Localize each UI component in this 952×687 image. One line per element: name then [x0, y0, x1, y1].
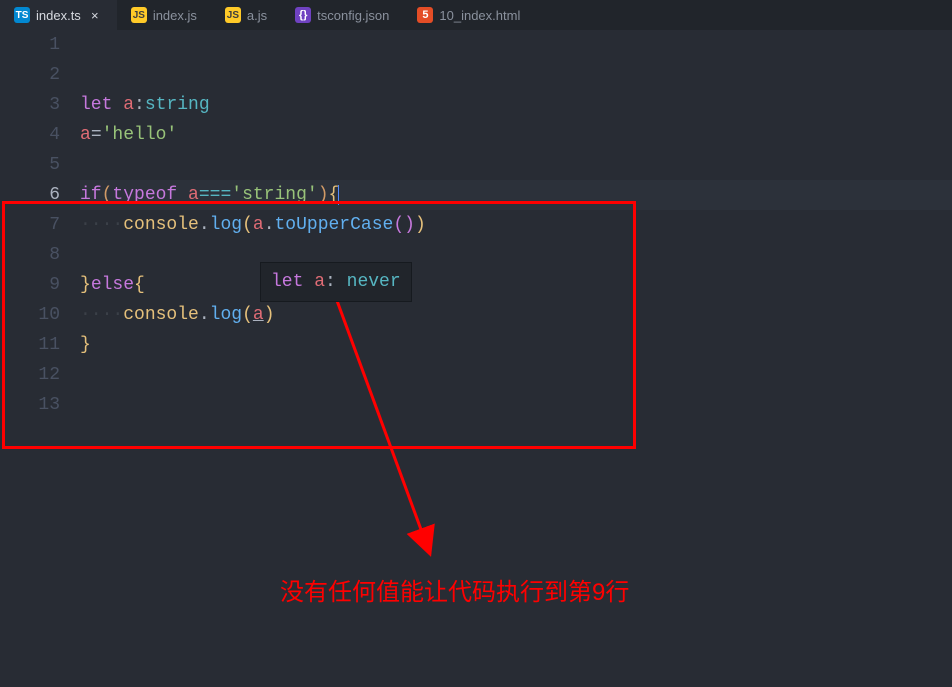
- code-line: ····console.log(a): [80, 300, 952, 330]
- code-line: }: [80, 330, 952, 360]
- editor[interactable]: 1 2 3 4 5 6 7 8 9 10 11 12 13 let a:stri…: [0, 30, 952, 687]
- tab-index-ts[interactable]: TS index.ts ×: [0, 0, 117, 30]
- hover-tooltip: let a: never: [260, 262, 412, 302]
- app-root: TS index.ts × JS index.js JS a.js {} tsc…: [0, 0, 952, 687]
- tab-label: index.js: [153, 8, 197, 23]
- code-line: [80, 390, 952, 420]
- close-icon[interactable]: ×: [87, 8, 103, 23]
- javascript-icon: JS: [131, 7, 147, 23]
- line-number: 4: [0, 120, 60, 150]
- tab-label: a.js: [247, 8, 267, 23]
- tab-index-js[interactable]: JS index.js: [117, 0, 211, 30]
- line-number: 9: [0, 270, 60, 300]
- code-line: a='hello': [80, 120, 952, 150]
- line-number: 6: [0, 180, 60, 210]
- code-line: }else{: [80, 270, 952, 300]
- code-area[interactable]: let a:string a='hello' if(typeof a==='st…: [80, 30, 952, 687]
- code-line: let a:string: [80, 90, 952, 120]
- html-icon: 5: [417, 7, 433, 23]
- code-line: [80, 30, 952, 60]
- line-number: 2: [0, 60, 60, 90]
- line-number: 5: [0, 150, 60, 180]
- tab-label: 10_index.html: [439, 8, 520, 23]
- code-line: [80, 150, 952, 180]
- tab-bar: TS index.ts × JS index.js JS a.js {} tsc…: [0, 0, 952, 30]
- typescript-icon: TS: [14, 7, 30, 23]
- line-number: 3: [0, 90, 60, 120]
- line-number-gutter: 1 2 3 4 5 6 7 8 9 10 11 12 13: [0, 30, 80, 687]
- line-number: 11: [0, 330, 60, 360]
- tab-label: index.ts: [36, 8, 81, 23]
- tab-10-index-html[interactable]: 5 10_index.html: [403, 0, 534, 30]
- code-line: [80, 360, 952, 390]
- line-number: 7: [0, 210, 60, 240]
- tab-tsconfig-json[interactable]: {} tsconfig.json: [281, 0, 403, 30]
- line-number: 10: [0, 300, 60, 330]
- code-line: [80, 240, 952, 270]
- tab-label: tsconfig.json: [317, 8, 389, 23]
- line-number: 1: [0, 30, 60, 60]
- code-line: [80, 60, 952, 90]
- tab-a-js[interactable]: JS a.js: [211, 0, 281, 30]
- line-number: 8: [0, 240, 60, 270]
- javascript-icon: JS: [225, 7, 241, 23]
- json-icon: {}: [295, 7, 311, 23]
- line-number: 13: [0, 390, 60, 420]
- line-number: 12: [0, 360, 60, 390]
- code-line: if(typeof a==='string'){: [80, 180, 952, 210]
- code-line: ····console.log(a.toUpperCase()): [80, 210, 952, 240]
